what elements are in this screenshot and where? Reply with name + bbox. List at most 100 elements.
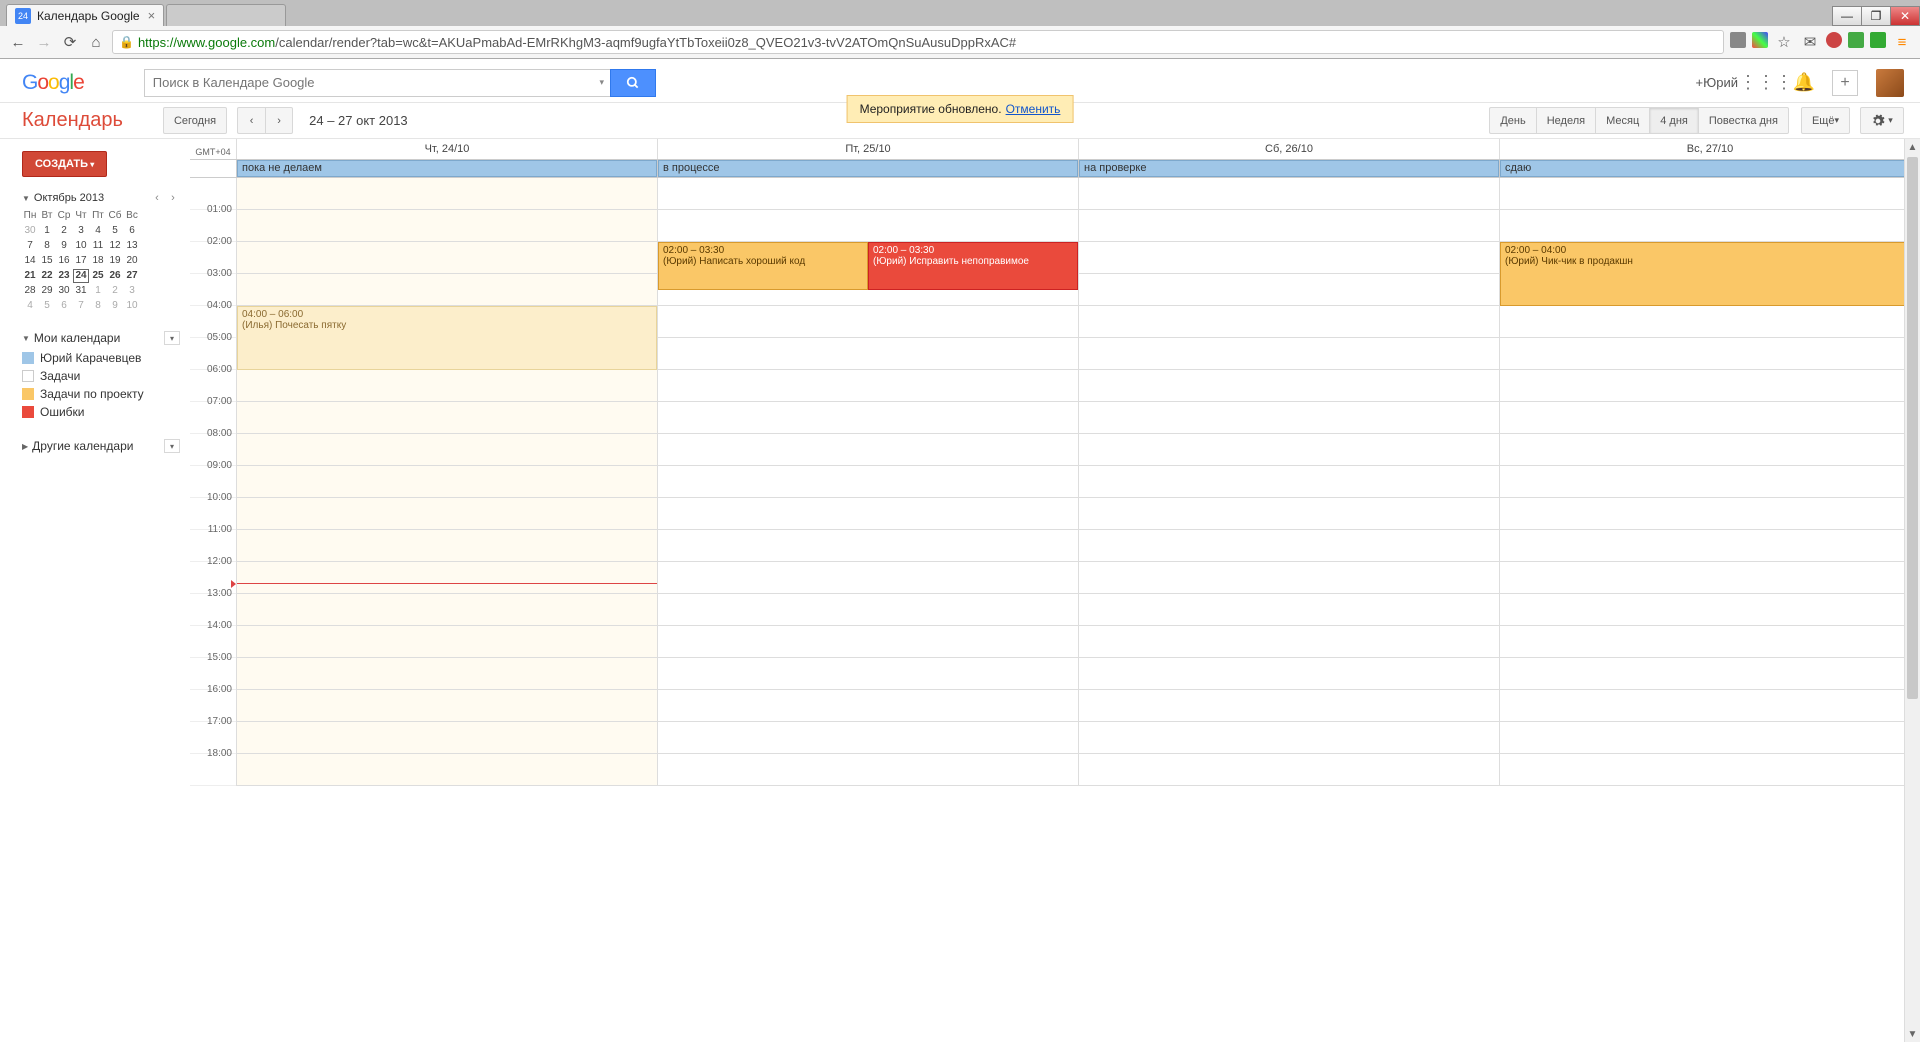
mini-day[interactable]: 8 xyxy=(39,239,55,253)
mini-day[interactable]: 6 xyxy=(56,299,72,313)
allday-event[interactable]: сдаю xyxy=(1500,160,1920,177)
view-button-1[interactable]: Неделя xyxy=(1536,107,1595,134)
next-button[interactable]: › xyxy=(265,107,293,134)
mini-day[interactable]: 10 xyxy=(73,239,89,253)
search-dropdown-icon[interactable]: ▾ xyxy=(594,69,610,97)
forward-icon[interactable]: → xyxy=(34,32,54,52)
apps-icon[interactable]: ⋮⋮⋮ xyxy=(1756,73,1776,93)
mini-day[interactable]: 5 xyxy=(39,299,55,313)
mini-day[interactable]: 7 xyxy=(22,239,38,253)
mini-day[interactable]: 24 xyxy=(73,269,89,283)
allday-event[interactable]: пока не делаем xyxy=(237,160,657,177)
mini-day[interactable]: 28 xyxy=(22,284,38,298)
avatar[interactable] xyxy=(1876,69,1904,97)
mini-day[interactable]: 25 xyxy=(90,269,106,283)
mini-next-icon[interactable]: › xyxy=(166,191,180,205)
mini-day[interactable]: 2 xyxy=(107,284,123,298)
view-button-4[interactable]: Повестка дня xyxy=(1698,107,1789,134)
mini-day[interactable]: 9 xyxy=(107,299,123,313)
search-button[interactable] xyxy=(610,69,656,97)
view-button-3[interactable]: 4 дня xyxy=(1649,107,1698,134)
mini-day[interactable]: 7 xyxy=(73,299,89,313)
my-calendars-header[interactable]: ▼ Мои календари ▾ xyxy=(22,331,180,345)
mini-day[interactable]: 27 xyxy=(124,269,140,283)
calendar-item[interactable]: Юрий Карачевцев xyxy=(22,349,180,367)
allday-cell[interactable]: сдаю xyxy=(1499,160,1920,177)
mini-day[interactable]: 4 xyxy=(22,299,38,313)
ext-icon[interactable] xyxy=(1826,32,1842,48)
create-button[interactable]: СОЗДАТЬ xyxy=(22,151,107,177)
mini-day[interactable]: 30 xyxy=(56,284,72,298)
window-maximize-button[interactable]: ❐ xyxy=(1861,6,1891,26)
day-header[interactable]: Чт, 24/10 xyxy=(236,139,657,159)
allday-event[interactable]: в процессе xyxy=(658,160,1078,177)
more-button[interactable]: Ещё xyxy=(1801,107,1850,134)
browser-tab-active[interactable]: 24 Календарь Google × xyxy=(6,4,164,26)
mini-calendar-grid[interactable]: ПнВтСрЧтПтСбВс30123456789101112131415161… xyxy=(22,209,180,313)
section-menu-icon[interactable]: ▾ xyxy=(164,439,180,453)
reload-icon[interactable]: ⟳ xyxy=(60,32,80,52)
scroll-thumb[interactable] xyxy=(1907,157,1918,699)
calendar-color-swatch[interactable] xyxy=(22,352,34,364)
mini-day[interactable]: 12 xyxy=(107,239,123,253)
url-input[interactable]: 🔒 https://www.google.com/calendar/render… xyxy=(112,30,1724,54)
mini-day[interactable]: 1 xyxy=(90,284,106,298)
calendar-event[interactable]: 02:00 – 03:30(Юрий) Исправить непоправим… xyxy=(868,242,1078,290)
calendar-color-swatch[interactable] xyxy=(22,370,34,382)
mini-day[interactable]: 20 xyxy=(124,254,140,268)
user-link[interactable]: +Юрий xyxy=(1696,75,1738,90)
day-column[interactable]: 02:00 – 04:00(Юрий) Чик-чик в продакшн xyxy=(1499,178,1920,786)
ext-icon[interactable] xyxy=(1870,32,1886,48)
mini-day[interactable]: 30 xyxy=(22,224,38,238)
day-header[interactable]: Сб, 26/10 xyxy=(1078,139,1499,159)
mini-day[interactable]: 22 xyxy=(39,269,55,283)
day-header[interactable]: Пт, 25/10 xyxy=(657,139,1078,159)
allday-cell[interactable]: пока не делаем xyxy=(236,160,657,177)
search-input[interactable] xyxy=(144,69,594,97)
menu-icon[interactable]: ≡ xyxy=(1892,32,1912,52)
calendar-event[interactable]: 04:00 – 06:00(Илья) Почесать пятку xyxy=(237,306,657,370)
calendar-event[interactable]: 02:00 – 03:30(Юрий) Написать хороший код xyxy=(658,242,868,290)
mini-day[interactable]: 26 xyxy=(107,269,123,283)
settings-button[interactable] xyxy=(1860,107,1904,134)
mini-day[interactable]: 2 xyxy=(56,224,72,238)
window-minimize-button[interactable]: — xyxy=(1832,6,1862,26)
calendar-item[interactable]: Задачи xyxy=(22,367,180,385)
mini-day[interactable]: 17 xyxy=(73,254,89,268)
ext-icon[interactable] xyxy=(1848,32,1864,48)
mail-icon[interactable]: ✉ xyxy=(1800,32,1820,52)
mini-prev-icon[interactable]: ‹ xyxy=(150,191,164,205)
mini-day[interactable]: 6 xyxy=(124,224,140,238)
view-button-2[interactable]: Месяц xyxy=(1595,107,1649,134)
mini-day[interactable]: 3 xyxy=(124,284,140,298)
day-header[interactable]: Вс, 27/10 xyxy=(1499,139,1920,159)
calendar-item[interactable]: Задачи по проекту xyxy=(22,385,180,403)
day-column[interactable]: 02:00 – 03:30(Юрий) Написать хороший код… xyxy=(657,178,1078,786)
day-column[interactable]: 04:00 – 06:00(Илья) Почесать пятку xyxy=(236,178,657,786)
mini-day[interactable]: 15 xyxy=(39,254,55,268)
mini-day[interactable]: 31 xyxy=(73,284,89,298)
add-icon[interactable]: + xyxy=(1832,70,1858,96)
browser-tab-ghost[interactable] xyxy=(166,4,286,26)
mini-day[interactable]: 1 xyxy=(39,224,55,238)
allday-event[interactable]: на проверке xyxy=(1079,160,1499,177)
home-icon[interactable]: ⌂ xyxy=(86,32,106,52)
allday-cell[interactable]: в процессе xyxy=(657,160,1078,177)
mini-day[interactable]: 10 xyxy=(124,299,140,313)
back-icon[interactable]: ← xyxy=(8,32,28,52)
close-tab-icon[interactable]: × xyxy=(148,8,156,23)
calendar-item[interactable]: Ошибки xyxy=(22,403,180,421)
prev-button[interactable]: ‹ xyxy=(237,107,265,134)
mini-day[interactable]: 4 xyxy=(90,224,106,238)
star-icon[interactable]: ☆ xyxy=(1774,32,1794,52)
calendar-color-swatch[interactable] xyxy=(22,388,34,400)
bell-icon[interactable]: 🔔 xyxy=(1794,73,1814,93)
scroll-down-icon[interactable]: ▼ xyxy=(1905,1026,1920,1042)
mini-day[interactable]: 9 xyxy=(56,239,72,253)
mini-day[interactable]: 14 xyxy=(22,254,38,268)
mini-day[interactable]: 11 xyxy=(90,239,106,253)
ext-icon[interactable] xyxy=(1730,32,1746,48)
mini-day[interactable]: 8 xyxy=(90,299,106,313)
mini-day[interactable]: 23 xyxy=(56,269,72,283)
section-menu-icon[interactable]: ▾ xyxy=(164,331,180,345)
